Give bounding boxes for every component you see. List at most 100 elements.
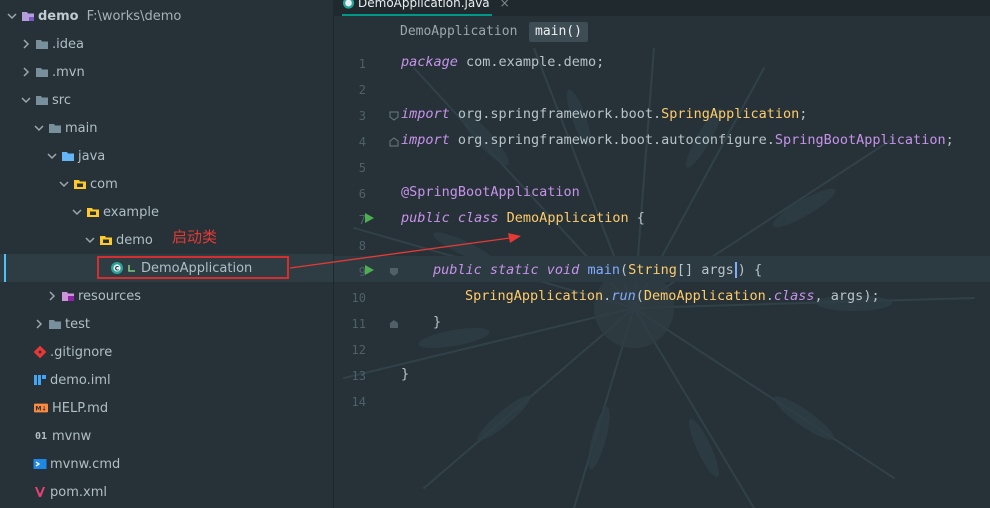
keyword: public class: [401, 210, 499, 226]
tree-item-com[interactable]: com: [0, 170, 333, 198]
tree-label: test: [65, 316, 90, 332]
tree-label: resources: [78, 288, 142, 304]
chevron-down-icon[interactable]: [33, 122, 45, 134]
code-line-9: public static void main(String[] args) {: [433, 262, 762, 278]
tree-item-src[interactable]: src: [0, 86, 333, 114]
keyword: class: [773, 288, 815, 304]
tree-label: example: [103, 204, 159, 220]
code-editor[interactable]: 1 2 3 4 6 5 7 8 9 10 11 12 13 14 package…: [334, 48, 990, 508]
package-name: com.example.demo;: [457, 54, 605, 70]
tree-item-java[interactable]: java: [0, 142, 333, 170]
punctuation: ) {: [737, 262, 763, 278]
line-number: 5: [358, 161, 366, 175]
module-folder-icon: [21, 9, 35, 23]
code-line-11: }: [433, 314, 442, 330]
run-class-icon[interactable]: [363, 212, 375, 224]
params: [] args: [676, 262, 734, 278]
tab-demoapplication-java[interactable]: DemoApplication.java ×: [342, 0, 510, 12]
tree-item-main[interactable]: main: [0, 114, 333, 142]
keyword: package: [401, 54, 458, 70]
line-number: 12: [351, 343, 366, 357]
folder-icon: [35, 93, 49, 107]
keyword: import: [401, 106, 450, 122]
chevron-down-icon[interactable]: [20, 94, 32, 106]
method-name: run: [611, 288, 636, 304]
chevron-down-icon[interactable]: [71, 206, 83, 218]
run-main-icon[interactable]: [363, 264, 375, 276]
code-line-4: import org.springframework.boot.autoconf…: [401, 132, 954, 148]
folder-icon: [35, 37, 49, 51]
callout-highlight-box: [97, 256, 289, 279]
line-number: 11: [351, 317, 366, 331]
callout-label: 启动类: [172, 228, 218, 246]
tree-label: pom.xml: [50, 484, 107, 500]
tree-label: .idea: [52, 36, 84, 52]
tree-label: HELP.md: [52, 400, 109, 416]
code-line-3: import org.springframework.boot.SpringAp…: [401, 106, 807, 122]
tree-root-demo[interactable]: demo F:\works\demo: [0, 2, 333, 30]
breadcrumb-method[interactable]: main(): [529, 22, 588, 42]
tree-label: src: [52, 92, 71, 108]
chevron-down-icon[interactable]: [6, 10, 18, 22]
line-number: 2: [358, 83, 366, 97]
package-icon: [73, 177, 87, 191]
tree-item-pom-xml[interactable]: pom.xml: [0, 478, 333, 506]
close-icon[interactable]: ×: [500, 0, 510, 10]
tree-label: demo: [116, 232, 153, 248]
class-name: SpringApplication: [465, 288, 604, 304]
fold-end-icon[interactable]: [389, 137, 399, 147]
chevron-right-icon[interactable]: [33, 318, 45, 330]
selection-accent: [4, 254, 6, 282]
code-line-6: @SpringBootApplication: [401, 184, 580, 200]
chevron-right-icon[interactable]: [20, 66, 32, 78]
keyword: public static void: [433, 262, 580, 278]
project-tool-window: demo F:\works\demo .idea .mvn src main j…: [0, 0, 334, 508]
breadcrumb-class[interactable]: DemoApplication: [400, 22, 517, 42]
punctuation: , args);: [814, 288, 880, 304]
tree-item-test[interactable]: test: [0, 310, 333, 338]
fold-icon[interactable]: [389, 267, 399, 277]
folder-icon: [35, 65, 49, 79]
punctuation: .: [765, 288, 774, 304]
line-number: 1: [358, 57, 366, 71]
git-icon: [33, 345, 47, 359]
spring-class-icon: [342, 0, 355, 10]
chevron-right-icon[interactable]: [46, 290, 58, 302]
tree-label: mvnw.cmd: [50, 456, 121, 472]
code-line-7: public class DemoApplication {: [401, 210, 645, 226]
chevron-right-icon[interactable]: [20, 38, 32, 50]
keyword: import: [401, 132, 450, 148]
tree-label: com: [90, 176, 118, 192]
tree-item-resources[interactable]: resources: [0, 282, 333, 310]
tree-label: .gitignore: [50, 344, 113, 360]
tree-label: main: [65, 120, 98, 136]
punctuation: {: [628, 210, 645, 226]
tree-item-mvnw-cmd[interactable]: mvnw.cmd: [0, 450, 333, 478]
line-number: 10: [351, 291, 366, 305]
annotation: @SpringBootApplication: [401, 184, 580, 200]
line-number: 4: [358, 135, 366, 149]
tree-item-example[interactable]: example: [0, 198, 333, 226]
chevron-down-icon[interactable]: [58, 178, 70, 190]
tree-item-help-md[interactable]: M↓ HELP.md: [0, 394, 333, 422]
chevron-down-icon[interactable]: [46, 150, 58, 162]
root-name: demo: [38, 8, 79, 24]
tree-label: .mvn: [52, 64, 85, 80]
tree-item-gitignore[interactable]: .gitignore: [0, 338, 333, 366]
class-name: DemoApplication: [498, 210, 629, 226]
type-name: String: [628, 262, 677, 278]
tree-item-mvnw[interactable]: 01 mvnw: [0, 422, 333, 450]
tree-item-mvn[interactable]: .mvn: [0, 58, 333, 86]
code-line-10: SpringApplication.run(DemoApplication.cl…: [465, 288, 880, 304]
fold-end-icon[interactable]: [389, 319, 399, 329]
binary-file-icon: 01: [34, 430, 48, 442]
package-icon: [99, 233, 113, 247]
tree-item-idea[interactable]: .idea: [0, 30, 333, 58]
line-number: 8: [358, 239, 366, 253]
chevron-down-icon[interactable]: [84, 234, 96, 246]
tab-label: DemoApplication.java: [358, 0, 490, 10]
tree-item-demo-iml[interactable]: demo.iml: [0, 366, 333, 394]
tree-item-demo-package[interactable]: demo: [0, 226, 333, 254]
punctuation: ;: [799, 106, 808, 122]
fold-icon[interactable]: [389, 111, 399, 121]
